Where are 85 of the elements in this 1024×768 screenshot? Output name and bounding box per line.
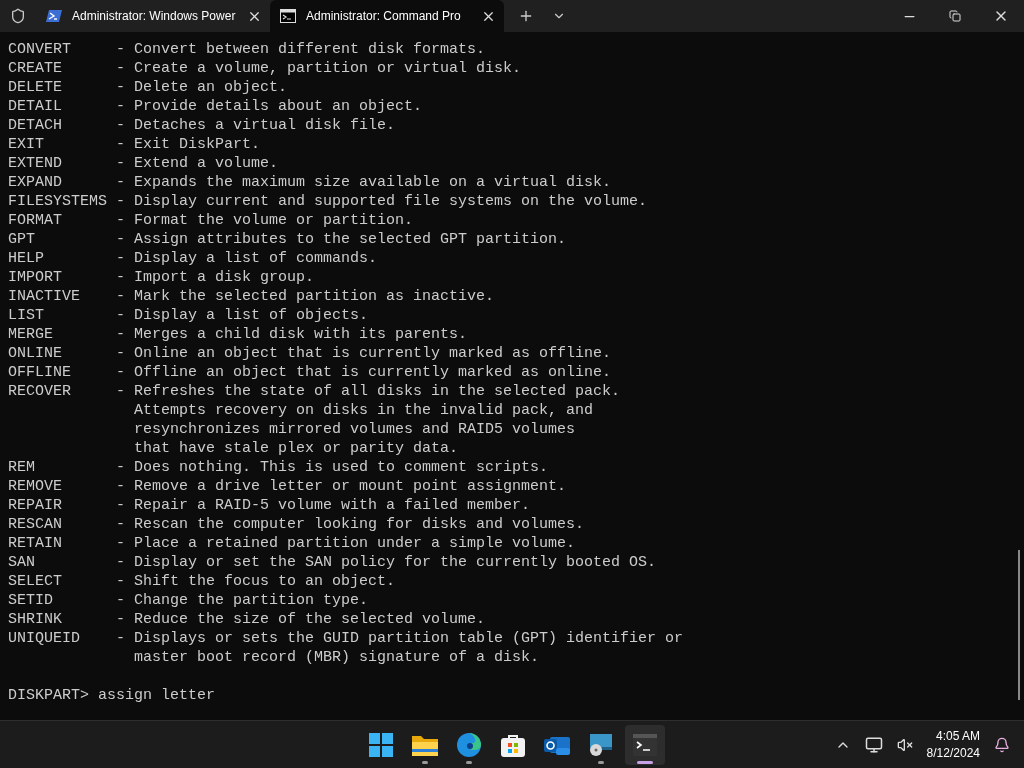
command-description: - Merges a child disk with its parents. xyxy=(116,325,468,344)
command-description: - Remove a drive letter or mount point assignment. xyxy=(116,477,567,496)
disc-drive-icon xyxy=(588,733,614,757)
new-tab-icon[interactable] xyxy=(518,8,534,24)
command-description: Attempts recovery on disks in the invalid pack, and xyxy=(134,401,594,420)
command-description: - Does nothing. This is used to comment scripts. xyxy=(116,458,549,477)
command-name: SHRINK xyxy=(8,610,63,629)
shield-icon xyxy=(10,8,26,24)
command-description: - Extend a volume. xyxy=(116,154,279,173)
shell-icon xyxy=(46,9,62,23)
command-description: - Change the partition type. xyxy=(116,591,369,610)
command-description: resynchronizes mirrored volumes and RAID5 volumes xyxy=(134,420,576,439)
command-description: - Display current and supported file systems on the volume. xyxy=(116,192,648,211)
scrollbar[interactable] xyxy=(1018,550,1020,700)
command-description: - Refreshes the state of all disks in the selected pack. xyxy=(116,382,621,401)
command-name: CREATE xyxy=(8,59,63,78)
command-description: - Mark the selected partition as inactive. xyxy=(116,287,495,306)
command-name: SAN xyxy=(8,553,36,572)
command-name: EXPAND xyxy=(8,173,63,192)
command-name: UNIQUEID xyxy=(8,629,81,648)
command-name: OFFLINE xyxy=(8,363,72,382)
command-description: - Rescan the computer looking for disks and volumes. xyxy=(116,515,585,534)
tab[interactable]: Administrator: Command Pro xyxy=(270,0,504,32)
command-description: - Display a list of commands. xyxy=(116,249,378,268)
command-name: IMPORT xyxy=(8,268,63,287)
terminal-icon xyxy=(633,734,657,756)
command-description: - Delete an object. xyxy=(116,78,288,97)
command-prompt: DISKPART> assign letter xyxy=(8,687,216,704)
bell-icon[interactable] xyxy=(994,736,1010,753)
command-description: - Convert between different disk formats. xyxy=(116,40,486,59)
command-description: - Repair a RAID-5 volume with a failed member. xyxy=(116,496,531,515)
muted-speaker-icon[interactable] xyxy=(896,736,913,753)
command-name: EXTEND xyxy=(8,154,63,173)
command-description: - Create a volume, partition or virtual disk. xyxy=(116,59,522,78)
command-name: RESCAN xyxy=(8,515,63,534)
command-name: EXIT xyxy=(8,135,45,154)
command-name: DELETE xyxy=(8,78,63,97)
store-icon xyxy=(501,733,525,757)
command-name: DETAIL xyxy=(8,97,63,116)
command-name: RETAIN xyxy=(8,534,63,553)
restore-icon[interactable] xyxy=(949,10,961,22)
command-description: - Online an object that is currently marked as offline. xyxy=(116,344,612,363)
command-name: LIST xyxy=(8,306,45,325)
folder-icon xyxy=(412,734,438,756)
command-description: - Shift the focus to an object. xyxy=(116,572,396,591)
command-name: DETACH xyxy=(8,116,63,135)
command-description: that have stale plex or parity data. xyxy=(134,439,459,458)
command-name: FORMAT xyxy=(8,211,63,230)
command-description: - Format the volume or partition. xyxy=(116,211,414,230)
command-name: INACTIVE xyxy=(8,287,81,306)
command-description: - Display a list of objects. xyxy=(116,306,369,325)
command-name: CONVERT xyxy=(8,40,72,59)
command-description: - Expands the maximum size available on a virtual disk. xyxy=(116,173,612,192)
tab-title: Administrator: Command Pro xyxy=(306,8,462,25)
command-name: GPT xyxy=(8,230,36,249)
tab[interactable]: Administrator: Windows Power xyxy=(36,0,270,32)
clock-date: 8/12/2024 xyxy=(926,744,980,762)
command-name: FILESYSTEMS xyxy=(8,192,109,211)
network-icon[interactable] xyxy=(864,735,883,754)
command-name: REMOVE xyxy=(8,477,63,496)
command-description: - Detaches a virtual disk file. xyxy=(116,116,396,135)
command-description: - Provide details about an object. xyxy=(116,97,423,116)
command-description: - Reduce the size of the selected volume. xyxy=(116,610,486,629)
edge-icon xyxy=(457,733,481,757)
console-icon xyxy=(280,9,296,23)
clock-time: 4:05 AM xyxy=(935,727,980,745)
command-name: SETID xyxy=(8,591,54,610)
command-description: - Place a retained partition under a simple volume. xyxy=(116,534,576,553)
command-name: SELECT xyxy=(8,572,63,591)
command-name: HELP xyxy=(8,249,45,268)
command-description: - Displays or sets the GUID partition table (GPT) identifier or xyxy=(116,629,684,648)
command-description: - Display or set the SAN policy for the currently booted OS. xyxy=(116,553,657,572)
command-description: - Assign attributes to the selected GPT partition. xyxy=(116,230,567,249)
command-name: REM xyxy=(8,458,36,477)
tab-title: Administrator: Windows Power xyxy=(72,8,237,25)
command-name: MERGE xyxy=(8,325,54,344)
command-description: master boot record (MBR) signature of a disk. xyxy=(134,648,540,667)
command-description: - Import a disk group. xyxy=(116,268,315,287)
command-description: - Exit DiskPart. xyxy=(116,135,261,154)
command-description: - Offline an object that is currently marked as online. xyxy=(116,363,612,382)
command-name: ONLINE xyxy=(8,344,63,363)
windows-icon xyxy=(369,733,393,757)
command-name: REPAIR xyxy=(8,496,63,515)
command-name: RECOVER xyxy=(8,382,72,401)
taskbar-app[interactable] xyxy=(625,725,665,765)
